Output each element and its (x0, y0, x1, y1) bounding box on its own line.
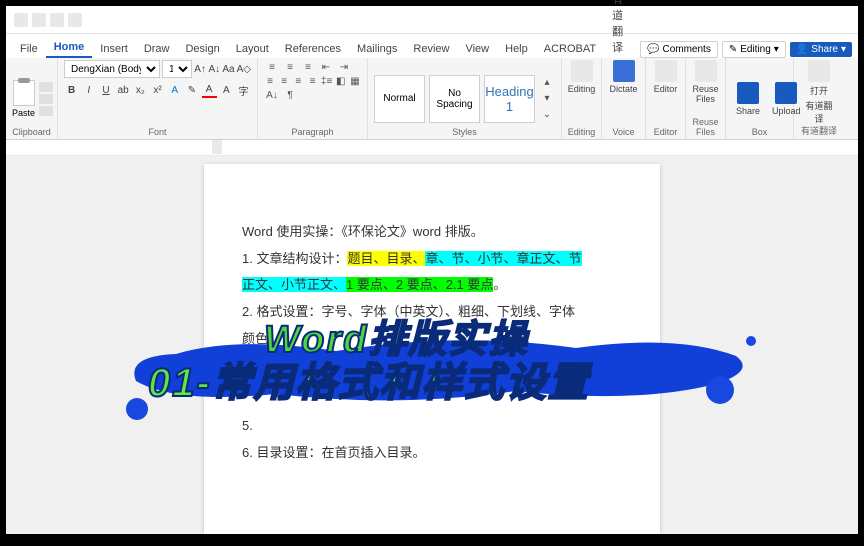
styles-up-icon[interactable]: ▴ (539, 76, 555, 90)
format-painter-icon[interactable] (39, 106, 53, 116)
group-font: Font (58, 127, 257, 137)
dictate-icon[interactable] (613, 60, 635, 82)
share-button[interactable]: 👤 Share ▾ (790, 42, 852, 57)
justify-icon[interactable]: ≡ (306, 74, 318, 88)
style-nospacing[interactable]: No Spacing (429, 75, 480, 123)
doc-line[interactable]: 2. 格式设置：字号、字体（中英文）、粗细、下划线、字体 (242, 300, 622, 325)
doc-line[interactable]: Word 使用实操：《环保论文》word 排版。 (242, 220, 622, 245)
style-heading1[interactable]: Heading 1 (484, 75, 535, 123)
char-border-icon[interactable]: A (219, 82, 234, 98)
group-clipboard: Clipboard (6, 127, 57, 137)
document-area[interactable]: Word 使用实操：《环保论文》word 排版。 1. 文章结构设计：题目、目录… (6, 156, 858, 534)
tab-help[interactable]: Help (497, 40, 536, 58)
phonetic-icon[interactable]: 字 (236, 82, 251, 98)
group-box: Box (726, 127, 793, 137)
strike-icon[interactable]: ab (116, 82, 131, 98)
inc-indent-icon[interactable]: ⇥ (336, 60, 352, 74)
autosave-icon[interactable] (14, 13, 28, 27)
text-effects-icon[interactable]: A (167, 82, 182, 98)
youdao-open-icon[interactable] (808, 60, 830, 82)
shading-icon[interactable]: ◧ (335, 74, 347, 88)
underline-icon[interactable]: U (98, 82, 113, 98)
ruler[interactable] (6, 140, 858, 156)
line-spacing-icon[interactable]: ‡≡ (321, 74, 333, 88)
tab-home[interactable]: Home (46, 38, 93, 58)
multilevel-icon[interactable]: ≡ (300, 60, 316, 74)
align-right-icon[interactable]: ≡ (292, 74, 304, 88)
style-normal[interactable]: Normal (374, 75, 425, 123)
tab-file[interactable]: File (12, 40, 46, 58)
bullets-icon[interactable]: ≡ (264, 60, 280, 74)
editing-icon[interactable] (571, 60, 593, 82)
italic-icon[interactable]: I (81, 82, 96, 98)
group-youdao: 有道翻译 (794, 124, 844, 137)
group-voice: Voice (602, 127, 645, 137)
undo-icon[interactable] (50, 13, 64, 27)
reuse-icon[interactable] (695, 60, 717, 82)
group-editing: Editing (562, 127, 601, 137)
clear-format-icon[interactable]: A◇ (237, 61, 251, 77)
doc-line[interactable]: 正文、小节正文、1 要点、2 要点、2.1 要点。 (242, 273, 622, 298)
tab-youdao[interactable]: 有道翻译 (604, 0, 640, 58)
font-size-select[interactable]: 18 (162, 60, 192, 78)
group-styles: Styles (368, 127, 561, 137)
bold-icon[interactable]: B (64, 82, 79, 98)
font-color-icon[interactable]: A (202, 82, 217, 98)
tab-layout[interactable]: Layout (228, 40, 277, 58)
page[interactable]: Word 使用实操：《环保论文》word 排版。 1. 文章结构设计：题目、目录… (204, 164, 660, 534)
tab-mailings[interactable]: Mailings (349, 40, 405, 58)
numbering-icon[interactable]: ≡ (282, 60, 298, 74)
tab-draw[interactable]: Draw (136, 40, 178, 58)
editing-button[interactable]: ✎ Editing ▾ (722, 41, 786, 58)
doc-line[interactable]: 3. (242, 353, 622, 378)
redo-icon[interactable] (68, 13, 82, 27)
decrease-font-icon[interactable]: A↓ (208, 61, 220, 77)
doc-line[interactable]: 5. (242, 414, 622, 439)
subscript-icon[interactable]: x₂ (133, 82, 148, 98)
title-bar (6, 6, 858, 34)
comments-button[interactable]: 💬 Comments (640, 41, 718, 58)
superscript-icon[interactable]: x² (150, 82, 165, 98)
tab-bar: File Home Insert Draw Design Layout Refe… (6, 34, 858, 58)
save-icon[interactable] (32, 13, 46, 27)
align-center-icon[interactable]: ≡ (278, 74, 290, 88)
highlight-icon[interactable]: ✎ (184, 82, 199, 98)
change-case-icon[interactable]: Aa (222, 61, 234, 77)
editor-icon[interactable] (655, 60, 677, 82)
tab-review[interactable]: Review (405, 40, 457, 58)
borders-icon[interactable]: ▦ (349, 74, 361, 88)
styles-more-icon[interactable]: ⌄ (539, 108, 555, 122)
copy-icon[interactable] (39, 94, 53, 104)
tab-references[interactable]: References (277, 40, 349, 58)
align-left-icon[interactable]: ≡ (264, 74, 276, 88)
doc-line[interactable]: 6. 目录设置：在首页插入目录。 (242, 441, 622, 466)
ribbon: Paste Clipboard DengXian (Body Asia 18 A… (6, 58, 858, 140)
sort-icon[interactable]: A↓ (264, 88, 280, 102)
font-family-select[interactable]: DengXian (Body Asia (64, 60, 160, 78)
cut-icon[interactable] (39, 82, 53, 92)
box-share-icon[interactable] (737, 82, 759, 104)
show-marks-icon[interactable]: ¶ (282, 88, 298, 102)
group-reuse: Reuse Files (686, 117, 725, 137)
tab-design[interactable]: Design (177, 40, 227, 58)
paste-icon[interactable] (13, 80, 35, 106)
dec-indent-icon[interactable]: ⇤ (318, 60, 334, 74)
tab-acrobat[interactable]: ACROBAT (536, 40, 604, 58)
styles-down-icon[interactable]: ▾ (539, 92, 555, 106)
paste-label: Paste (12, 108, 35, 118)
tab-view[interactable]: View (457, 40, 497, 58)
increase-font-icon[interactable]: A↑ (194, 61, 206, 77)
doc-line[interactable]: 颜色 (242, 327, 622, 352)
doc-line[interactable]: 1. 文章结构设计：题目、目录、章、节、小节、章正文、节 (242, 247, 622, 272)
tab-insert[interactable]: Insert (92, 40, 136, 58)
group-editor: Editor (646, 127, 685, 137)
group-paragraph: Paragraph (258, 127, 367, 137)
